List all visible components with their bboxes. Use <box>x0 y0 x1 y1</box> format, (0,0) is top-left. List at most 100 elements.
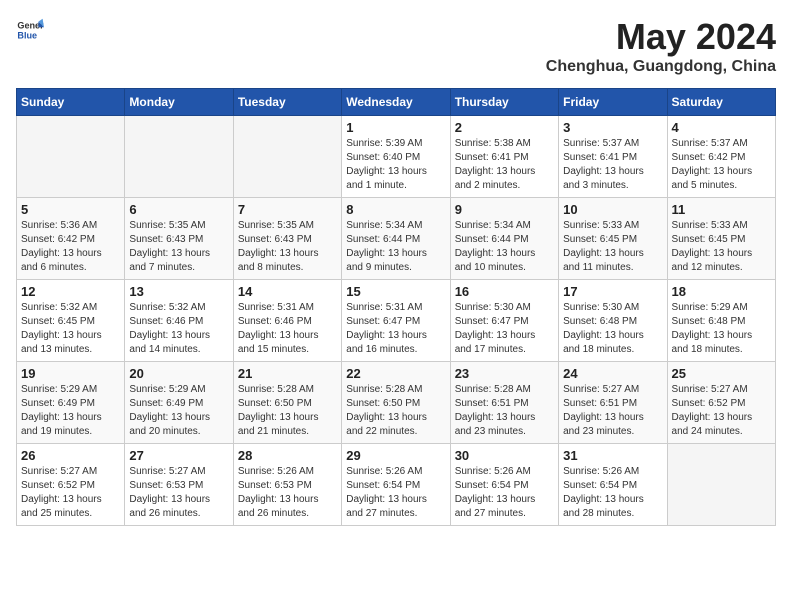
cell-info-text: Sunrise: 5:31 AM Sunset: 6:47 PM Dayligh… <box>346 301 445 357</box>
cell-info-text: Sunrise: 5:34 AM Sunset: 6:44 PM Dayligh… <box>455 219 554 275</box>
cell-info-text: Sunrise: 5:27 AM Sunset: 6:52 PM Dayligh… <box>672 383 771 439</box>
calendar-cell: 12 Sunrise: 5:32 AM Sunset: 6:45 PM Dayli… <box>17 280 125 362</box>
cell-date-number: 1 <box>346 120 445 135</box>
calendar-cell: 2 Sunrise: 5:38 AM Sunset: 6:41 PM Daylig… <box>450 116 558 198</box>
calendar-cell: 13 Sunrise: 5:32 AM Sunset: 6:46 PM Dayli… <box>125 280 233 362</box>
cell-info-text: Sunrise: 5:27 AM Sunset: 6:51 PM Dayligh… <box>563 383 662 439</box>
cell-info-text: Sunrise: 5:32 AM Sunset: 6:46 PM Dayligh… <box>129 301 228 357</box>
calendar-cell: 17 Sunrise: 5:30 AM Sunset: 6:48 PM Dayli… <box>559 280 667 362</box>
calendar-cell: 4 Sunrise: 5:37 AM Sunset: 6:42 PM Daylig… <box>667 116 775 198</box>
calendar-cell: 26Sunrise: 5:27 AM Sunset: 6:52 PM Dayli… <box>17 444 125 526</box>
header: General Blue May 2024 Chenghua, Guangdon… <box>16 16 776 76</box>
cell-info-text: Sunrise: 5:36 AM Sunset: 6:42 PM Dayligh… <box>21 219 120 275</box>
cell-info-text: Sunrise: 5:32 AM Sunset: 6:45 PM Dayligh… <box>21 301 120 357</box>
day-header-sunday: Sunday <box>17 89 125 116</box>
calendar-cell: 16 Sunrise: 5:30 AM Sunset: 6:47 PM Dayli… <box>450 280 558 362</box>
day-header-friday: Friday <box>559 89 667 116</box>
calendar-header: SundayMondayTuesdayWednesdayThursdayFrid… <box>17 89 776 116</box>
cell-info-text: Sunrise: 5:28 AM Sunset: 6:51 PM Dayligh… <box>455 383 554 439</box>
cell-date-number: 17 <box>563 284 662 299</box>
calendar-cell: 10 Sunrise: 5:33 AM Sunset: 6:45 PM Dayli… <box>559 198 667 280</box>
cell-info-text: Sunrise: 5:31 AM Sunset: 6:46 PM Dayligh… <box>238 301 337 357</box>
calendar-week-4: 19 Sunrise: 5:29 AM Sunset: 6:49 PM Dayli… <box>17 362 776 444</box>
cell-info-text: Sunrise: 5:26 AM Sunset: 6:53 PM Dayligh… <box>238 465 337 521</box>
cell-info-text: Sunrise: 5:27 AM Sunset: 6:53 PM Dayligh… <box>129 465 228 521</box>
cell-info-text: Sunrise: 5:28 AM Sunset: 6:50 PM Dayligh… <box>238 383 337 439</box>
calendar-cell: 8 Sunrise: 5:34 AM Sunset: 6:44 PM Daylig… <box>342 198 450 280</box>
cell-info-text: Sunrise: 5:35 AM Sunset: 6:43 PM Dayligh… <box>238 219 337 275</box>
cell-date-number: 7 <box>238 202 337 217</box>
cell-date-number: 28 <box>238 448 337 463</box>
cell-date-number: 29 <box>346 448 445 463</box>
calendar-cell <box>667 444 775 526</box>
calendar-cell: 24Sunrise: 5:27 AM Sunset: 6:51 PM Dayli… <box>559 362 667 444</box>
calendar-cell <box>125 116 233 198</box>
calendar-cell: 7 Sunrise: 5:35 AM Sunset: 6:43 PM Daylig… <box>233 198 341 280</box>
logo-icon: General Blue <box>16 16 44 44</box>
cell-date-number: 11 <box>672 202 771 217</box>
calendar-cell: 25 Sunrise: 5:27 AM Sunset: 6:52 PM Dayli… <box>667 362 775 444</box>
calendar-cell: 23 Sunrise: 5:28 AM Sunset: 6:51 PM Dayli… <box>450 362 558 444</box>
cell-date-number: 10 <box>563 202 662 217</box>
calendar-week-3: 12 Sunrise: 5:32 AM Sunset: 6:45 PM Dayli… <box>17 280 776 362</box>
calendar-week-5: 26Sunrise: 5:27 AM Sunset: 6:52 PM Dayli… <box>17 444 776 526</box>
cell-date-number: 20 <box>129 366 228 381</box>
cell-info-text: Sunrise: 5:30 AM Sunset: 6:48 PM Dayligh… <box>563 301 662 357</box>
calendar-cell: 18Sunrise: 5:29 AM Sunset: 6:48 PM Dayli… <box>667 280 775 362</box>
cell-info-text: Sunrise: 5:29 AM Sunset: 6:49 PM Dayligh… <box>129 383 228 439</box>
cell-info-text: Sunrise: 5:30 AM Sunset: 6:47 PM Dayligh… <box>455 301 554 357</box>
cell-info-text: Sunrise: 5:29 AM Sunset: 6:48 PM Dayligh… <box>672 301 771 357</box>
day-header-monday: Monday <box>125 89 233 116</box>
cell-date-number: 13 <box>129 284 228 299</box>
cell-info-text: Sunrise: 5:33 AM Sunset: 6:45 PM Dayligh… <box>563 219 662 275</box>
calendar-cell: 29 Sunrise: 5:26 AM Sunset: 6:54 PM Dayli… <box>342 444 450 526</box>
cell-date-number: 9 <box>455 202 554 217</box>
cell-date-number: 25 <box>672 366 771 381</box>
cell-date-number: 12 <box>21 284 120 299</box>
cell-info-text: Sunrise: 5:26 AM Sunset: 6:54 PM Dayligh… <box>346 465 445 521</box>
calendar-cell: 1Sunrise: 5:39 AM Sunset: 6:40 PM Daylig… <box>342 116 450 198</box>
cell-date-number: 15 <box>346 284 445 299</box>
calendar-week-2: 5 Sunrise: 5:36 AM Sunset: 6:42 PM Daylig… <box>17 198 776 280</box>
cell-date-number: 6 <box>129 202 228 217</box>
calendar-week-1: 1Sunrise: 5:39 AM Sunset: 6:40 PM Daylig… <box>17 116 776 198</box>
calendar-cell: 28 Sunrise: 5:26 AM Sunset: 6:53 PM Dayli… <box>233 444 341 526</box>
calendar-cell: 30 Sunrise: 5:26 AM Sunset: 6:54 PM Dayli… <box>450 444 558 526</box>
cell-info-text: Sunrise: 5:26 AM Sunset: 6:54 PM Dayligh… <box>455 465 554 521</box>
cell-date-number: 14 <box>238 284 337 299</box>
calendar-cell: 21Sunrise: 5:28 AM Sunset: 6:50 PM Dayli… <box>233 362 341 444</box>
cell-date-number: 5 <box>21 202 120 217</box>
calendar-cell: 14 Sunrise: 5:31 AM Sunset: 6:46 PM Dayli… <box>233 280 341 362</box>
day-header-saturday: Saturday <box>667 89 775 116</box>
day-header-thursday: Thursday <box>450 89 558 116</box>
cell-date-number: 22 <box>346 366 445 381</box>
day-header-tuesday: Tuesday <box>233 89 341 116</box>
days-header-row: SundayMondayTuesdayWednesdayThursdayFrid… <box>17 89 776 116</box>
calendar-cell <box>233 116 341 198</box>
cell-date-number: 2 <box>455 120 554 135</box>
cell-date-number: 31 <box>563 448 662 463</box>
cell-date-number: 30 <box>455 448 554 463</box>
cell-date-number: 27 <box>129 448 228 463</box>
calendar-cell <box>17 116 125 198</box>
cell-info-text: Sunrise: 5:37 AM Sunset: 6:42 PM Dayligh… <box>672 137 771 193</box>
cell-info-text: Sunrise: 5:29 AM Sunset: 6:49 PM Dayligh… <box>21 383 120 439</box>
calendar-cell: 3Sunrise: 5:37 AM Sunset: 6:41 PM Daylig… <box>559 116 667 198</box>
main-title: May 2024 <box>546 16 776 58</box>
logo: General Blue <box>16 16 44 44</box>
calendar-cell: 5 Sunrise: 5:36 AM Sunset: 6:42 PM Daylig… <box>17 198 125 280</box>
cell-info-text: Sunrise: 5:38 AM Sunset: 6:41 PM Dayligh… <box>455 137 554 193</box>
cell-date-number: 16 <box>455 284 554 299</box>
calendar-cell: 22 Sunrise: 5:28 AM Sunset: 6:50 PM Dayli… <box>342 362 450 444</box>
cell-date-number: 19 <box>21 366 120 381</box>
cell-info-text: Sunrise: 5:34 AM Sunset: 6:44 PM Dayligh… <box>346 219 445 275</box>
calendar-cell: 15 Sunrise: 5:31 AM Sunset: 6:47 PM Dayli… <box>342 280 450 362</box>
cell-info-text: Sunrise: 5:37 AM Sunset: 6:41 PM Dayligh… <box>563 137 662 193</box>
cell-info-text: Sunrise: 5:28 AM Sunset: 6:50 PM Dayligh… <box>346 383 445 439</box>
cell-date-number: 8 <box>346 202 445 217</box>
cell-date-number: 4 <box>672 120 771 135</box>
title-area: May 2024 Chenghua, Guangdong, China <box>546 16 776 76</box>
cell-date-number: 23 <box>455 366 554 381</box>
cell-info-text: Sunrise: 5:35 AM Sunset: 6:43 PM Dayligh… <box>129 219 228 275</box>
calendar-cell: 11Sunrise: 5:33 AM Sunset: 6:45 PM Dayli… <box>667 198 775 280</box>
